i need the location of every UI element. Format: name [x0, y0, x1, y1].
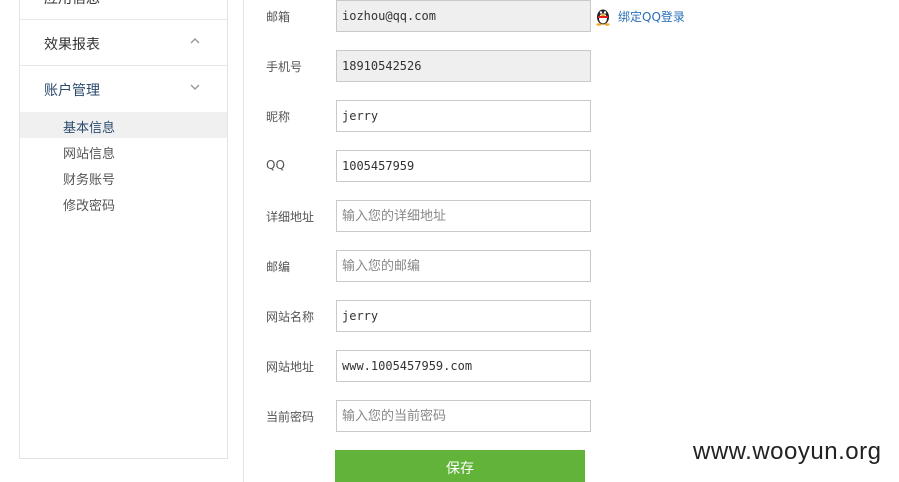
sidebar-item-label: 基本信息	[63, 121, 116, 136]
qq-label: QQ	[266, 158, 285, 172]
sidebar-section-account[interactable]: 账户管理	[20, 66, 227, 112]
chevron-up-icon	[190, 38, 200, 44]
save-button[interactable]: 保存	[335, 450, 585, 482]
site-url-field[interactable]	[336, 350, 591, 382]
content-divider	[243, 0, 244, 482]
address-label: 详细地址	[266, 210, 315, 224]
sidebar-item-basic-info[interactable]: 基本信息	[20, 112, 227, 138]
sidebar: 应用信息 效果报表 账户管理 基本信息 网站信息 财务账号 修改密码	[19, 0, 228, 459]
site-name-label: 网站名称	[266, 310, 315, 324]
sidebar-section-app-info[interactable]: 应用信息	[20, 0, 227, 20]
sidebar-section-label: 效果报表	[44, 37, 100, 53]
sidebar-section-label: 应用信息	[44, 0, 100, 8]
qq-penguin-icon	[596, 9, 610, 26]
email-label: 邮箱	[266, 10, 291, 24]
current-password-label: 当前密码	[266, 410, 315, 424]
phone-label: 手机号	[266, 60, 303, 74]
sidebar-item-site-info[interactable]: 网站信息	[20, 138, 227, 164]
zipcode-label: 邮编	[266, 260, 291, 274]
address-field[interactable]	[336, 200, 591, 232]
sidebar-item-label: 网站信息	[63, 147, 116, 162]
sidebar-item-change-password[interactable]: 修改密码	[20, 190, 227, 216]
current-password-field[interactable]	[336, 400, 591, 432]
bind-qq-label: 绑定QQ登录	[618, 9, 685, 24]
chevron-down-icon	[190, 84, 200, 90]
sidebar-section-reports[interactable]: 效果报表	[20, 20, 227, 66]
phone-field[interactable]	[336, 50, 591, 82]
zipcode-field[interactable]	[336, 250, 591, 282]
sidebar-section-label: 账户管理	[44, 83, 100, 99]
nickname-label: 昵称	[266, 110, 291, 124]
watermark-text: www.wooyun.org	[693, 438, 882, 465]
sidebar-item-label: 财务账号	[63, 173, 116, 188]
sidebar-item-finance-account[interactable]: 财务账号	[20, 164, 227, 190]
nickname-field[interactable]	[336, 100, 591, 132]
site-name-field[interactable]	[336, 300, 591, 332]
site-url-label: 网站地址	[266, 360, 315, 374]
sidebar-item-label: 修改密码	[63, 199, 116, 214]
email-field[interactable]	[336, 0, 591, 32]
bind-qq-link[interactable]: 绑定QQ登录	[594, 6, 685, 26]
qq-field[interactable]	[336, 150, 591, 182]
